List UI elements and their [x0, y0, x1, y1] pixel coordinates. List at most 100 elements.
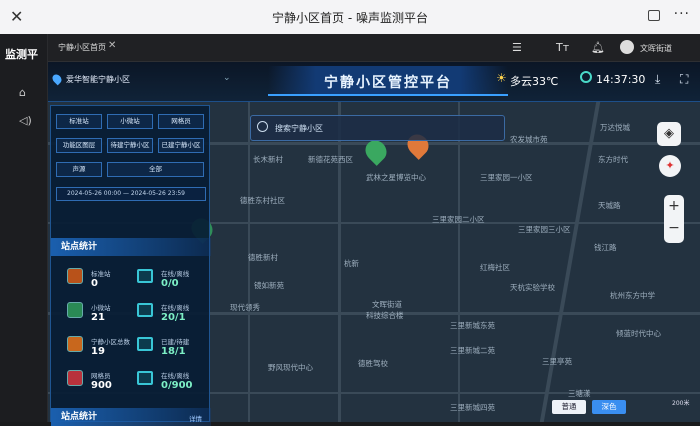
date-end[interactable]: 2024-05-26 23:59	[131, 190, 185, 197]
stat-label: 在线/离线	[161, 304, 190, 312]
layers-icon[interactable]: ◈	[657, 122, 681, 146]
map-label: 三里家园三小区	[518, 225, 571, 234]
platform-banner: 宁静小区管控平台	[268, 66, 508, 96]
standard-station-icon	[67, 268, 83, 284]
map-label: 东方时代	[598, 155, 628, 164]
stats-footer-title: 站点统计	[51, 408, 211, 426]
map-label: 三塘漾	[568, 389, 591, 398]
grid-worker-icon	[67, 370, 83, 386]
source-select[interactable]: 全部	[107, 162, 204, 177]
stat-value: 21	[91, 312, 105, 323]
stat-value: 19	[91, 346, 105, 357]
date-start[interactable]: 2024-05-26 00:00	[67, 190, 121, 197]
community-selector[interactable]: 爱华智能宁静小区	[66, 74, 130, 85]
map-label: 农发城市苑	[510, 135, 548, 144]
map-label: 德胜驾校	[358, 359, 388, 368]
map-label: 天城路	[598, 201, 621, 210]
control-panel: 标准站 小微站 网格员 功能区图层 待建宁静小区 已建宁静小区 声源 全部 20…	[50, 105, 211, 426]
stat-label: 已建/待建	[161, 338, 190, 346]
tab-bar: 宁静小区首页 ✕ ☰ Tт 🔔︎ 文晖街道	[48, 34, 700, 62]
clock-time: 14:37:30	[596, 73, 646, 86]
search-box[interactable]: 搜索宁静小区	[250, 115, 505, 141]
stat-label: 在线/离线	[161, 270, 190, 278]
stat-value: 0	[91, 278, 98, 289]
map-label: 三里新城二苑	[450, 346, 495, 355]
map-label: 德胜新村	[248, 253, 278, 262]
stat-label: 宁静小区总数	[91, 338, 130, 346]
stat-value: 0/900	[161, 380, 193, 391]
date-separator: —	[123, 190, 129, 197]
map-label: 杭新	[344, 259, 359, 268]
map-label: 万达悦城	[600, 123, 630, 132]
filter-pending-community[interactable]: 待建宁静小区	[107, 138, 153, 153]
stat-label: 标准站	[91, 270, 111, 278]
mode-normal-button[interactable]: 普通	[552, 400, 586, 414]
banner-title: 宁静小区管控平台	[324, 75, 452, 91]
map-label: 红梅社区	[480, 263, 510, 272]
fullscreen-icon[interactable]: ⛶	[680, 72, 688, 87]
filter-grid-worker[interactable]: 网格员	[158, 114, 204, 129]
mode-dark-button[interactable]: 深色	[592, 400, 626, 414]
stat-value: 20/1	[161, 312, 186, 323]
map-label: 野风现代中心	[268, 363, 313, 372]
home-icon[interactable]: ⌂	[19, 86, 26, 99]
search-input[interactable]: 搜索宁静小区	[275, 123, 323, 134]
menu-collapse-icon[interactable]: ☰	[512, 41, 522, 54]
map-label: 杭州东方中学	[610, 291, 655, 300]
map-label: 新德花苑西区	[308, 155, 353, 164]
map-label: 镜如新苑	[254, 281, 284, 290]
zoom-out-icon[interactable]: −	[664, 217, 684, 239]
font-size-icon[interactable]: Tт	[556, 41, 569, 54]
filter-noise-source[interactable]: 声源	[56, 162, 102, 177]
filter-built-community[interactable]: 已建宁静小区	[158, 138, 204, 153]
map-label: 现代领秀	[230, 303, 260, 312]
sidebar-toggle-icon[interactable]	[648, 10, 660, 21]
map-label: 武林之星博览中心	[366, 173, 426, 182]
left-nav: 监测平 ⌂ ◁)	[0, 34, 48, 422]
filter-standard-station[interactable]: 标准站	[56, 114, 102, 129]
stats-section-title: 站点统计	[51, 238, 211, 256]
stat-label: 小微站	[91, 304, 111, 312]
map-scale: 200米	[672, 400, 690, 407]
map-label: 长木新村	[253, 155, 283, 164]
date-range[interactable]: 2024-05-26 00:00 — 2024-05-26 23:59	[56, 187, 206, 201]
zoom-in-icon[interactable]: +	[664, 195, 684, 217]
location-pin-icon	[50, 72, 64, 86]
search-icon	[257, 121, 268, 132]
chevron-down-icon[interactable]: ⌄	[223, 73, 231, 83]
monitor-icon	[137, 337, 153, 351]
sun-icon: ☀	[496, 71, 507, 85]
user-name[interactable]: 文晖街道	[640, 43, 672, 54]
stat-value: 0/0	[161, 278, 179, 289]
app-logo: 监测平	[5, 48, 38, 61]
map-label: 三里家园二小区	[432, 215, 485, 224]
monitor-icon	[137, 371, 153, 385]
community-icon	[67, 336, 83, 352]
avatar[interactable]	[620, 40, 634, 54]
zoom-control: + −	[664, 195, 684, 243]
tab-close-icon[interactable]: ✕	[108, 40, 116, 51]
filter-micro-station[interactable]: 小微站	[107, 114, 153, 129]
bell-icon[interactable]: 🔔︎	[591, 41, 605, 54]
window-titlebar: ✕ 宁静小区首页 - 噪声监测平台 ···	[0, 0, 700, 34]
map-label: 钱江路	[594, 243, 617, 252]
tab-home[interactable]: 宁静小区首页	[58, 42, 106, 53]
map-label: 文晖街道	[372, 300, 402, 309]
more-icon[interactable]: ···	[674, 6, 690, 22]
clock-icon	[580, 71, 592, 83]
stat-label: 在线/离线	[161, 372, 190, 380]
stat-value: 900	[91, 380, 112, 391]
filter-function-layer[interactable]: 功能区图层	[56, 138, 102, 153]
compass-icon[interactable]: ✦	[659, 155, 681, 177]
stat-label: 网格员	[91, 372, 111, 380]
map-label: 三里新城四苑	[450, 403, 495, 412]
map-label: 天杭实验学校	[510, 283, 555, 292]
map-label: 德胜东村社区	[240, 196, 285, 205]
monitor-icon	[137, 303, 153, 317]
window-title: 宁静小区首页 - 噪声监测平台	[272, 11, 428, 25]
speaker-icon[interactable]: ◁)	[19, 114, 32, 127]
download-icon[interactable]: ⤓	[655, 72, 660, 87]
map-label: 倾蓝时代中心	[616, 329, 661, 338]
map-label: 三里新城东苑	[450, 321, 495, 330]
map-label: 科技综合楼	[366, 311, 404, 320]
